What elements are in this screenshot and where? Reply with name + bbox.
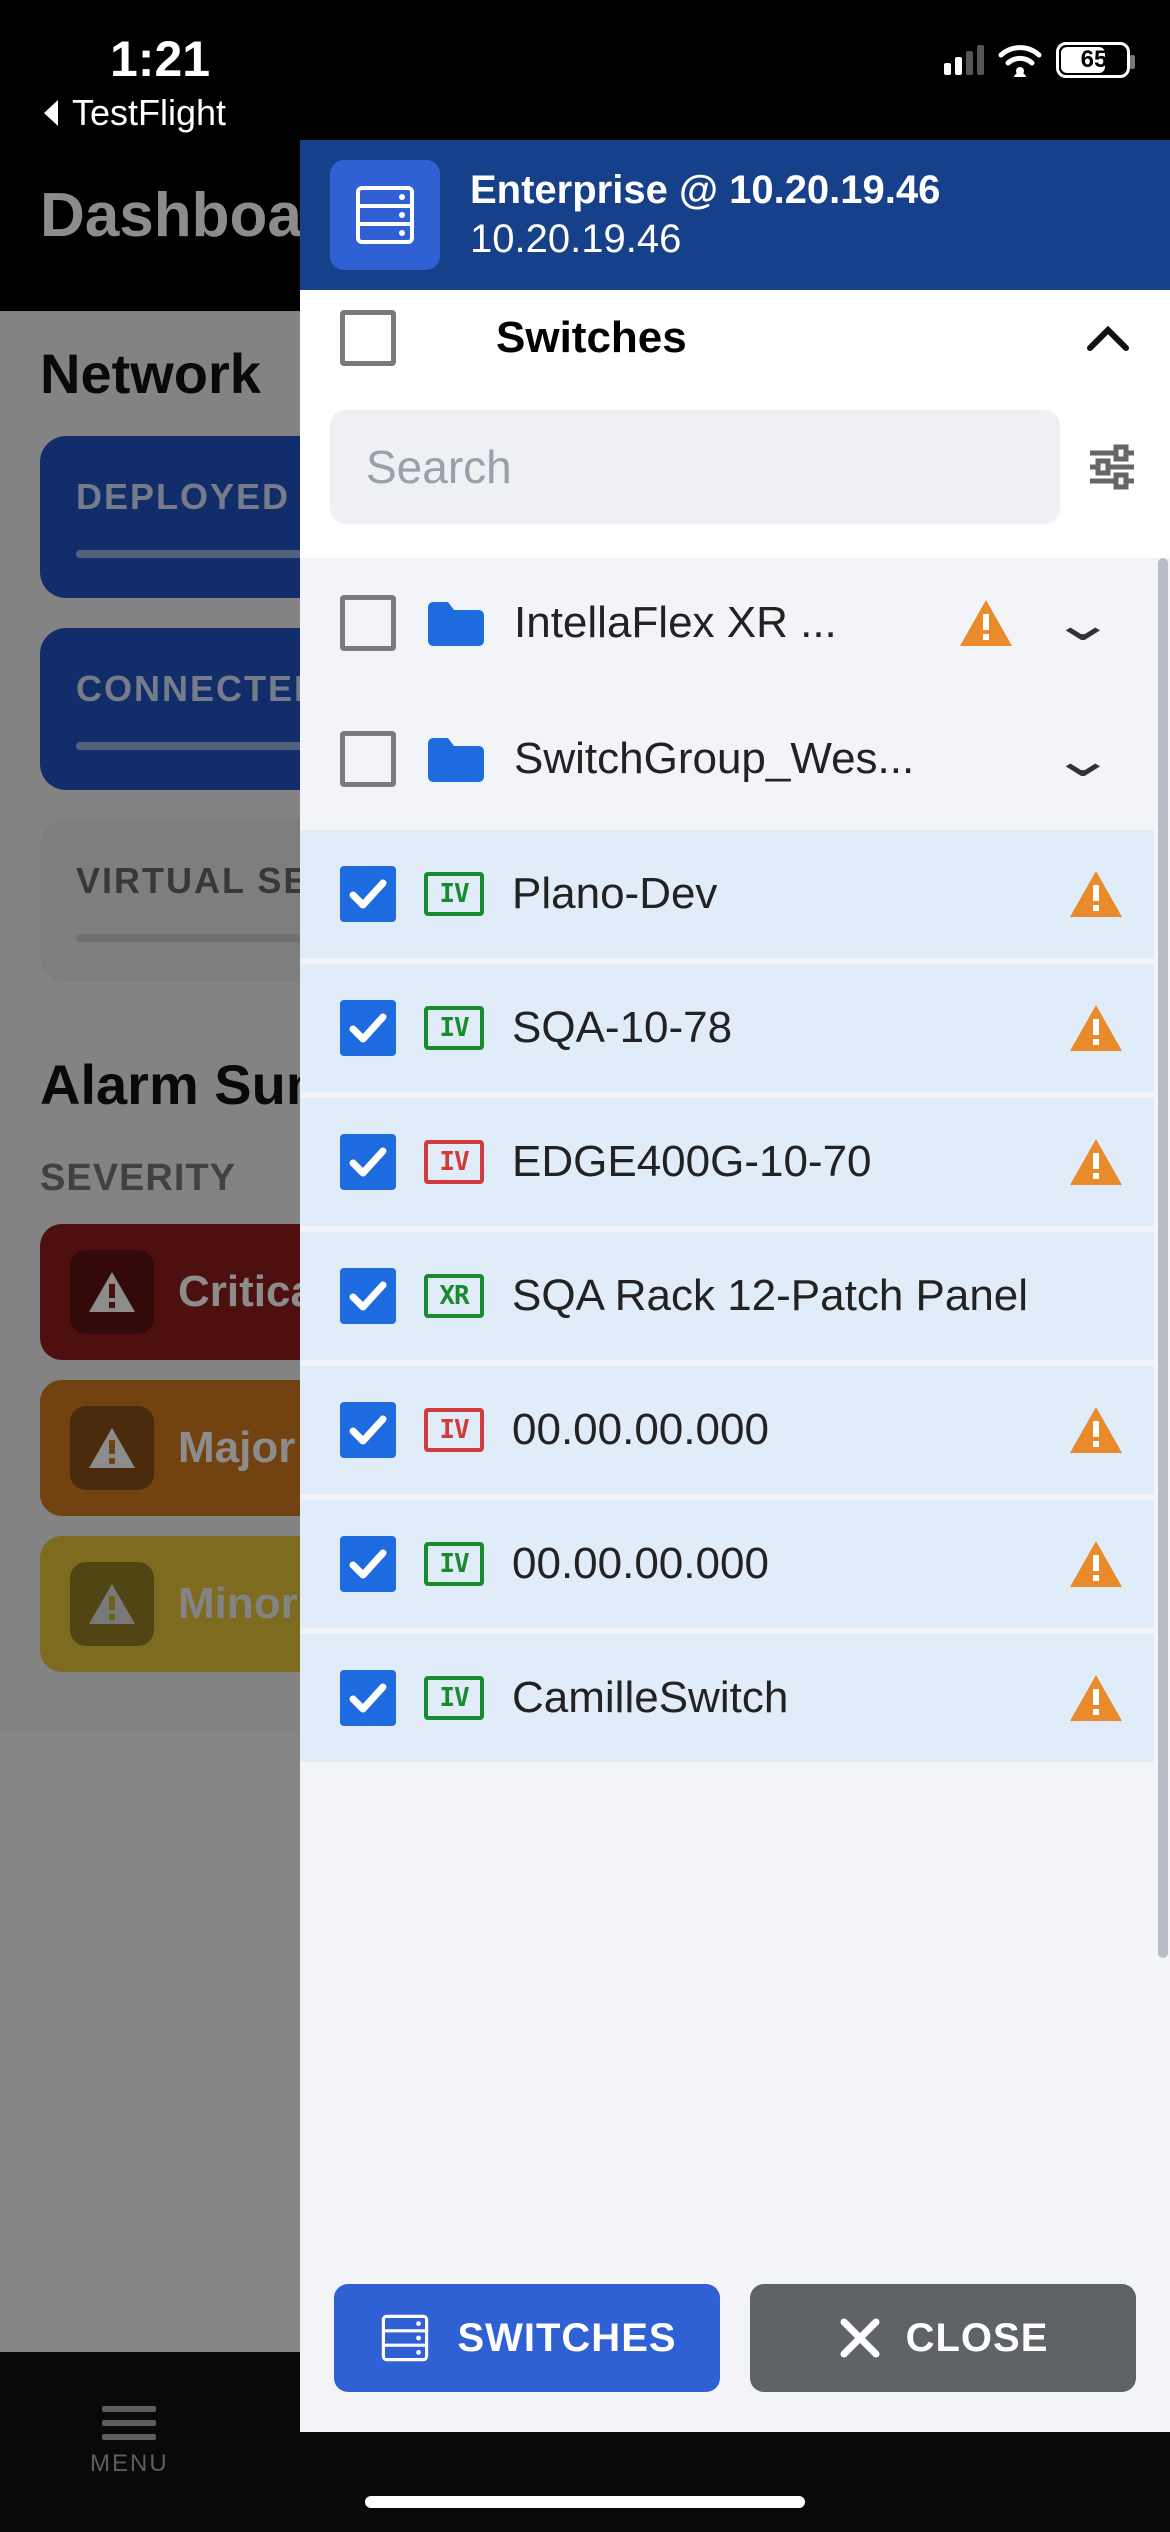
row-checkbox[interactable] [340,866,396,922]
panel-footer: SWITCHES CLOSE [300,2258,1170,2432]
row-checkbox[interactable] [340,1402,396,1458]
row-checkbox[interactable] [340,1000,396,1056]
group-row[interactable]: IntellaFlex XR ... ⌄ [300,558,1154,688]
select-all-checkbox[interactable] [340,310,396,366]
panel-header: Enterprise @ 10.20.19.46 10.20.19.46 [300,140,1170,290]
back-app-label: TestFlight [72,92,226,134]
search-row: Search [300,386,1170,558]
chevron-down-icon[interactable]: ⌄ [1018,730,1149,788]
panel-title: Enterprise @ 10.20.19.46 [470,168,940,213]
type-badge: IV [424,1140,484,1184]
select-all-row[interactable]: Switches [300,290,1170,386]
row-label: CamilleSwitch [512,1673,1040,1723]
switch-row[interactable]: IV EDGE400G-10-70 [300,1098,1154,1226]
switch-row[interactable]: IV CamilleSwitch [300,1634,1154,1762]
row-checkbox[interactable] [340,595,396,651]
switches-button[interactable]: SWITCHES [334,2284,720,2392]
row-label: SwitchGroup_Wes... [514,734,1014,784]
caret-left-icon [40,98,64,128]
panel-subtitle: 10.20.19.46 [470,217,940,262]
search-input[interactable]: Search [330,410,1060,524]
switch-row[interactable]: IV SQA-10-78 [300,964,1154,1092]
folder-icon [424,734,486,784]
select-all-label: Switches [496,313,1026,363]
row-checkbox[interactable] [340,1670,396,1726]
row-checkbox[interactable] [340,1536,396,1592]
row-checkbox[interactable] [340,1134,396,1190]
chevron-down-icon[interactable]: ⌄ [1018,594,1149,652]
row-checkbox[interactable] [340,1268,396,1324]
wifi-icon [998,43,1042,77]
switches-panel: Enterprise @ 10.20.19.46 10.20.19.46 Swi… [300,140,1170,2432]
cell-signal-icon [944,45,984,75]
switch-row[interactable]: XR SQA Rack 12-Patch Panel [300,1232,1154,1360]
rack-icon [330,160,440,270]
switch-row[interactable]: IV 00.00.00.000 [300,1366,1154,1494]
back-to-app[interactable]: TestFlight [40,92,226,134]
battery-icon: 65 [1056,42,1130,78]
row-label: 00.00.00.000 [512,1405,1040,1455]
close-button[interactable]: CLOSE [750,2284,1136,2392]
group-row[interactable]: SwitchGroup_Wes...⌄ [300,694,1154,824]
row-label: IntellaFlex XR ... [514,598,930,648]
warning-triangle-icon [1068,1539,1124,1589]
switch-row[interactable]: IV Plano-Dev [300,830,1154,958]
type-badge: IV [424,1542,484,1586]
warning-triangle-icon [1068,1405,1124,1455]
status-time: 1:21 [110,30,226,88]
home-indicator[interactable] [365,2496,805,2508]
row-label: SQA-10-78 [512,1003,1040,1053]
type-badge: IV [424,1408,484,1452]
warning-triangle-icon [1068,1003,1124,1053]
switch-row[interactable]: IV 00.00.00.000 [300,1500,1154,1628]
rack-icon [377,2310,433,2366]
scrollbar[interactable] [1158,558,1168,1958]
warning-triangle-icon [1068,1673,1124,1723]
warning-triangle-icon [1068,869,1124,919]
row-label: SQA Rack 12-Patch Panel [512,1271,1124,1321]
row-label: EDGE400G-10-70 [512,1137,1040,1187]
row-checkbox[interactable] [340,731,396,787]
type-badge: XR [424,1274,484,1318]
warning-triangle-icon [1068,1137,1124,1187]
chevron-up-icon[interactable] [1086,324,1130,352]
switch-list[interactable]: IntellaFlex XR ...⌄SwitchGroup_Wes...⌄IV… [300,558,1170,2258]
row-label: Plano-Dev [512,869,1040,919]
filter-tune-icon[interactable] [1084,439,1140,495]
type-badge: IV [424,1006,484,1050]
type-badge: IV [424,1676,484,1720]
close-icon [838,2316,882,2360]
status-bar: 1:21 TestFlight 65 [0,0,1170,110]
warning-triangle-icon [958,598,1014,648]
type-badge: IV [424,872,484,916]
row-label: 00.00.00.000 [512,1539,1040,1589]
folder-icon [424,598,486,648]
